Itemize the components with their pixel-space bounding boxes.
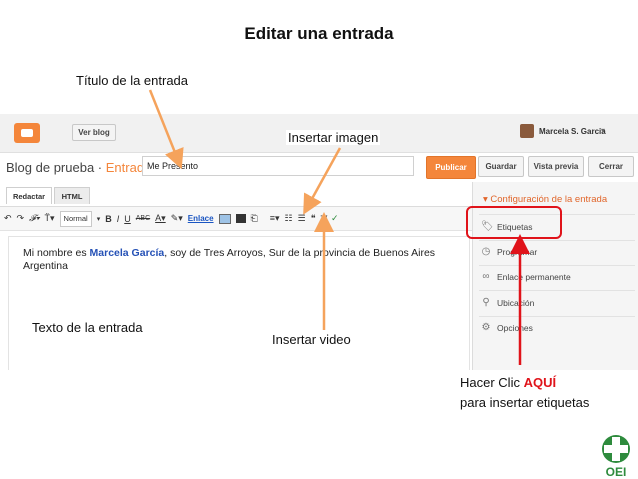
arrow-to-image [303, 147, 342, 215]
annotation-insert-labels: para insertar etiquetas [460, 395, 590, 410]
oei-logo-text: OEI [606, 465, 627, 478]
click-pre-text: Hacer Clic [460, 375, 524, 390]
oei-logo: OEI [602, 435, 630, 478]
click-here-emphasis: AQUÍ [523, 375, 557, 390]
arrow-to-title [148, 89, 184, 170]
annotation-click-here: Hacer Clic AQUÍ [460, 375, 556, 390]
